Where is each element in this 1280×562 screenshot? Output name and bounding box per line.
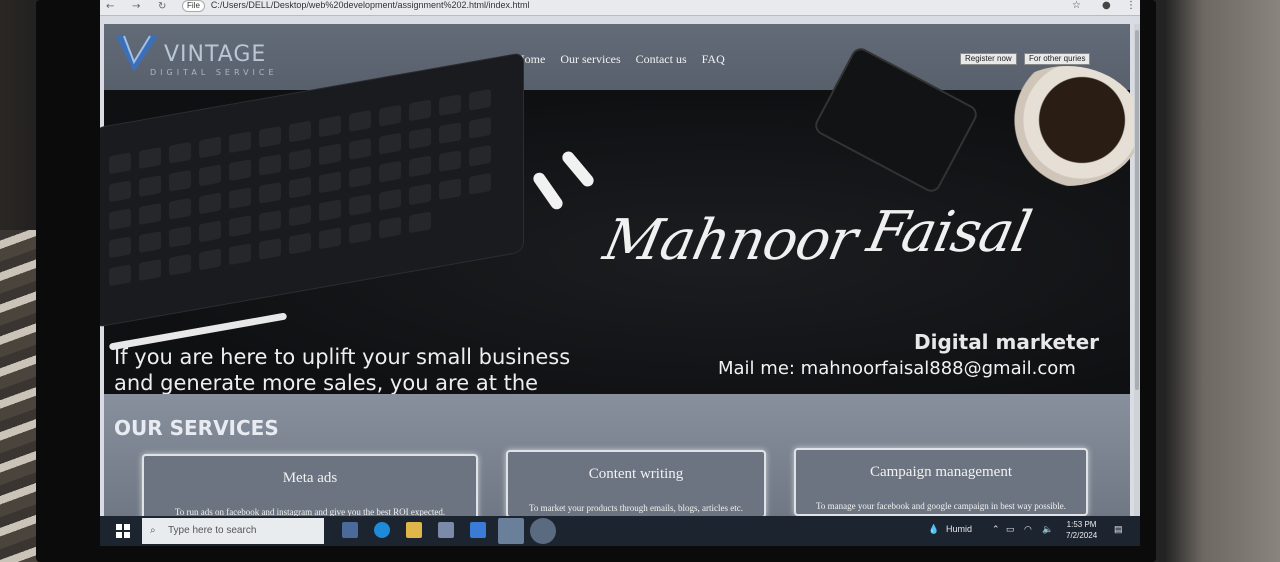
service-card-title: Meta ads	[282, 470, 338, 486]
address-text: C:/Users/DELL/Desktop/web%20development/…	[210, 0, 530, 10]
screen: ← → ↻ File C:/Users/DELL/Desktop/web%20de…	[100, 0, 1140, 546]
earbud-left	[531, 170, 565, 212]
services-title: OUR SERVICES	[114, 416, 279, 440]
service-card-campaign[interactable]: Campaign management To manage your faceb…	[794, 448, 1088, 516]
hero-role: Digital marketer	[914, 330, 1100, 354]
windows-start-icon[interactable]	[116, 524, 130, 538]
taskbar-search-input[interactable]: ⌕ Type here to search	[142, 518, 324, 544]
service-card-title: Content writing	[588, 466, 684, 482]
battery-icon[interactable]: ▭	[1006, 524, 1015, 535]
weather-icon: 💧	[928, 524, 940, 534]
chrome-icon[interactable]	[530, 518, 556, 544]
other-queries-button[interactable]: For other quries	[1024, 53, 1091, 65]
weather-label[interactable]: Humid	[946, 524, 972, 534]
browser-toolbar: ← → ↻ File C:/Users/DELL/Desktop/web%20de…	[100, 0, 1140, 16]
file-explorer-icon[interactable]	[406, 522, 422, 538]
bookmark-star-icon[interactable]: ☆	[1072, 0, 1081, 11]
task-view-icon[interactable]	[342, 522, 358, 538]
tray-chevron-icon[interactable]: ⌃	[992, 524, 1000, 535]
service-card-title: Campaign management	[869, 464, 1013, 480]
vscode-icon[interactable]	[498, 518, 524, 544]
service-card-desc: To market your products through emails, …	[528, 503, 744, 513]
forward-icon[interactable]: →	[132, 1, 140, 12]
windows-taskbar: ⌕ Type here to search 💧 Humid ⌃ ▭ ◠ 🔈 1:…	[100, 516, 1140, 546]
site-info-badge[interactable]: File	[182, 0, 205, 12]
webpage: VINTAGE DIGITAL SERVICE Home Our service…	[100, 24, 1140, 522]
search-icon: ⌕	[150, 525, 156, 536]
volume-icon[interactable]: 🔈	[1042, 524, 1053, 535]
edge-browser-icon[interactable]	[374, 522, 390, 538]
hero-banner: Mahnoor Faisal If you are here to uplift…	[100, 44, 1140, 421]
service-card-desc: To manage your facebook and google campa…	[815, 501, 1067, 511]
earbud-right	[559, 149, 597, 189]
mail-app-icon[interactable]	[470, 522, 486, 538]
monitor-bezel: ← → ↻ File C:/Users/DELL/Desktop/web%20de…	[36, 0, 1156, 562]
nav-our-services[interactable]: Our services	[560, 52, 620, 67]
services-section: OUR SERVICES Meta ads To run ads on face…	[104, 394, 1130, 522]
clock-date: 7/2/2024	[1066, 531, 1098, 540]
store-icon[interactable]	[438, 522, 454, 538]
service-card-content-writing[interactable]: Content writing To market your products …	[506, 450, 766, 518]
system-clock[interactable]: 1:53 PM 7/2/2024	[1066, 519, 1097, 541]
nav-contact-us[interactable]: Contact us	[636, 52, 687, 67]
register-button[interactable]: Register now	[960, 53, 1017, 65]
kebab-menu-icon[interactable]: ⋮	[1126, 0, 1136, 11]
signature-last: Faisal	[861, 200, 1037, 265]
background-cushion	[0, 230, 40, 562]
logo-subtitle: DIGITAL SERVICE	[150, 68, 278, 77]
signature-first: Mahnoor	[598, 208, 863, 273]
plant-pot-photo	[992, 66, 1140, 186]
keyboard-photo	[100, 52, 524, 328]
nav-faq[interactable]: FAQ	[702, 52, 725, 67]
address-bar[interactable]: File C:/Users/DELL/Desktop/web%20developm…	[182, 0, 1062, 12]
notification-icon[interactable]: ▤	[1114, 524, 1123, 535]
profile-icon[interactable]: ●	[1102, 0, 1111, 11]
back-icon[interactable]: ←	[106, 1, 114, 12]
service-card-meta-ads[interactable]: Meta ads To run ads on facebook and inst…	[142, 454, 478, 522]
reload-icon[interactable]: ↻	[158, 1, 166, 12]
logo-wordmark: VINTAGE	[164, 42, 267, 67]
wifi-icon[interactable]: ◠	[1024, 524, 1032, 535]
taskbar-search-placeholder: Type here to search	[168, 525, 257, 536]
hero-email[interactable]: Mail me: mahnoorfaisal888@gmail.com	[718, 358, 1076, 379]
site-header: VINTAGE DIGITAL SERVICE Home Our service…	[104, 24, 1130, 90]
main-nav: Home Our services Contact us FAQ	[516, 52, 725, 67]
page-scroll-thumb[interactable]	[1135, 30, 1139, 390]
clock-time: 1:53 PM	[1066, 520, 1097, 529]
